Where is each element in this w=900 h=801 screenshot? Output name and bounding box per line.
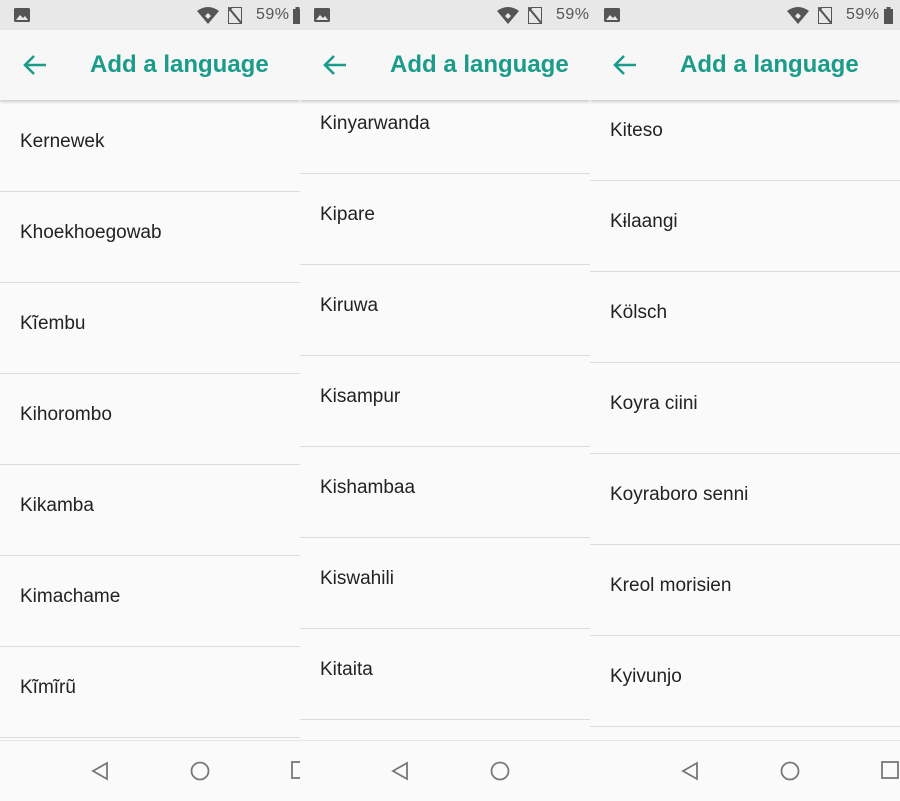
wifi-icon bbox=[497, 7, 519, 24]
no-sim-icon bbox=[818, 7, 832, 24]
language-item[interactable]: Kitaita bbox=[300, 628, 590, 720]
language-item[interactable]: Koyra ciini bbox=[590, 362, 900, 454]
app-bar: Add a language bbox=[300, 30, 590, 100]
image-icon bbox=[14, 8, 30, 22]
arrow-left-icon[interactable] bbox=[22, 53, 48, 77]
status-bar: 59% bbox=[0, 0, 300, 30]
wifi-icon bbox=[197, 7, 219, 24]
language-label: Kyivunjo bbox=[610, 666, 682, 687]
language-label: Khoekhoegowab bbox=[20, 222, 162, 243]
language-item[interactable]: Kɨlaangi bbox=[590, 180, 900, 272]
arrow-left-icon[interactable] bbox=[322, 53, 348, 77]
language-label: Kinyarwanda bbox=[320, 113, 430, 134]
navigation-bar bbox=[0, 740, 300, 801]
language-item[interactable]: Kinyarwanda bbox=[300, 100, 590, 174]
language-item[interactable]: Kimachame bbox=[0, 555, 300, 647]
language-label: Kernewek bbox=[20, 131, 105, 152]
language-item[interactable]: Kiruwa bbox=[300, 264, 590, 356]
language-label: Koyraboro senni bbox=[610, 484, 749, 505]
language-label: Kitaita bbox=[320, 659, 373, 680]
language-label: Koyra ciini bbox=[610, 393, 698, 414]
language-item[interactable]: Kikamba bbox=[0, 464, 300, 556]
language-item[interactable]: Khoekhoegowab bbox=[0, 191, 300, 283]
language-item[interactable]: Kĩembu bbox=[0, 282, 300, 374]
battery-percentage: 59% bbox=[256, 6, 290, 23]
back-triangle-icon[interactable] bbox=[391, 761, 409, 781]
status-bar: 59% bbox=[300, 0, 590, 30]
language-item[interactable]: Kisampur bbox=[300, 355, 590, 447]
status-bar: 59% bbox=[590, 0, 900, 30]
no-sim-icon bbox=[528, 7, 542, 24]
screen-panel-2: 59% Add a language Kinyarwanda Kipare Ki… bbox=[300, 0, 590, 801]
list-item[interactable] bbox=[300, 719, 590, 741]
back-triangle-icon[interactable] bbox=[681, 761, 699, 781]
navigation-bar bbox=[590, 740, 900, 801]
language-item[interactable]: Kreol morisien bbox=[590, 544, 900, 636]
language-item[interactable]: Kyivunjo bbox=[590, 635, 900, 727]
battery-icon bbox=[884, 7, 893, 24]
language-label: Kipare bbox=[320, 204, 375, 225]
language-label: Kishambaa bbox=[320, 477, 416, 498]
language-label: Kiruwa bbox=[320, 295, 379, 316]
language-item[interactable]: Kiteso bbox=[590, 100, 900, 181]
language-list: Kernewek Khoekhoegowab Kĩembu Kihorombo … bbox=[0, 100, 300, 741]
no-sim-icon bbox=[228, 7, 242, 24]
language-label: Kĩembu bbox=[20, 313, 86, 334]
recents-square-icon[interactable] bbox=[881, 761, 899, 779]
home-circle-icon[interactable] bbox=[190, 761, 210, 781]
home-circle-icon[interactable] bbox=[780, 761, 800, 781]
page-title: Add a language bbox=[90, 51, 269, 78]
language-label: Kisampur bbox=[320, 386, 401, 407]
language-label: Kimachame bbox=[20, 586, 121, 607]
language-item[interactable]: Kiswahili bbox=[300, 537, 590, 629]
battery-icon bbox=[293, 7, 300, 24]
battery-percentage: 59% bbox=[846, 6, 880, 23]
image-icon bbox=[314, 8, 330, 22]
language-item[interactable]: Kölsch bbox=[590, 271, 900, 363]
back-triangle-icon[interactable] bbox=[91, 761, 109, 781]
language-label: Kölsch bbox=[610, 302, 668, 323]
language-item[interactable]: Kernewek bbox=[0, 100, 300, 192]
app-bar: Add a language bbox=[590, 30, 900, 100]
language-label: Kĩmĩrũ bbox=[20, 677, 76, 698]
language-item[interactable]: Kishambaa bbox=[300, 446, 590, 538]
app-bar: Add a language bbox=[0, 30, 300, 100]
language-label: Kiswahili bbox=[320, 568, 394, 589]
language-list: Kiteso Kɨlaangi Kölsch Koyra ciini Koyra… bbox=[590, 100, 900, 741]
arrow-left-icon[interactable] bbox=[612, 53, 638, 77]
recents-square-icon[interactable] bbox=[291, 761, 300, 779]
language-label: Kiteso bbox=[610, 120, 663, 141]
language-item[interactable]: Kĩmĩrũ bbox=[0, 646, 300, 738]
language-label: Kikamba bbox=[20, 495, 94, 516]
language-label: Kreol morisien bbox=[610, 575, 732, 596]
navigation-bar bbox=[300, 740, 590, 801]
language-label: Kihorombo bbox=[20, 404, 112, 425]
language-item[interactable]: Koyraboro senni bbox=[590, 453, 900, 545]
image-icon bbox=[604, 8, 620, 22]
language-item[interactable]: Kipare bbox=[300, 173, 590, 265]
screen-panel-1: 59% Add a language Kernewek Khoekhoegowa… bbox=[0, 0, 300, 801]
language-item[interactable]: Kihorombo bbox=[0, 373, 300, 465]
wifi-icon bbox=[787, 7, 809, 24]
language-list: Kinyarwanda Kipare Kiruwa Kisampur Kisha… bbox=[300, 100, 590, 741]
language-label: Kɨlaangi bbox=[610, 211, 678, 232]
page-title: Add a language bbox=[680, 51, 859, 78]
page-title: Add a language bbox=[390, 51, 569, 78]
battery-percentage: 59% bbox=[556, 6, 590, 23]
screen-panel-3: 59% Add a language Kiteso Kɨlaangi Kölsc… bbox=[590, 0, 900, 801]
home-circle-icon[interactable] bbox=[490, 761, 510, 781]
